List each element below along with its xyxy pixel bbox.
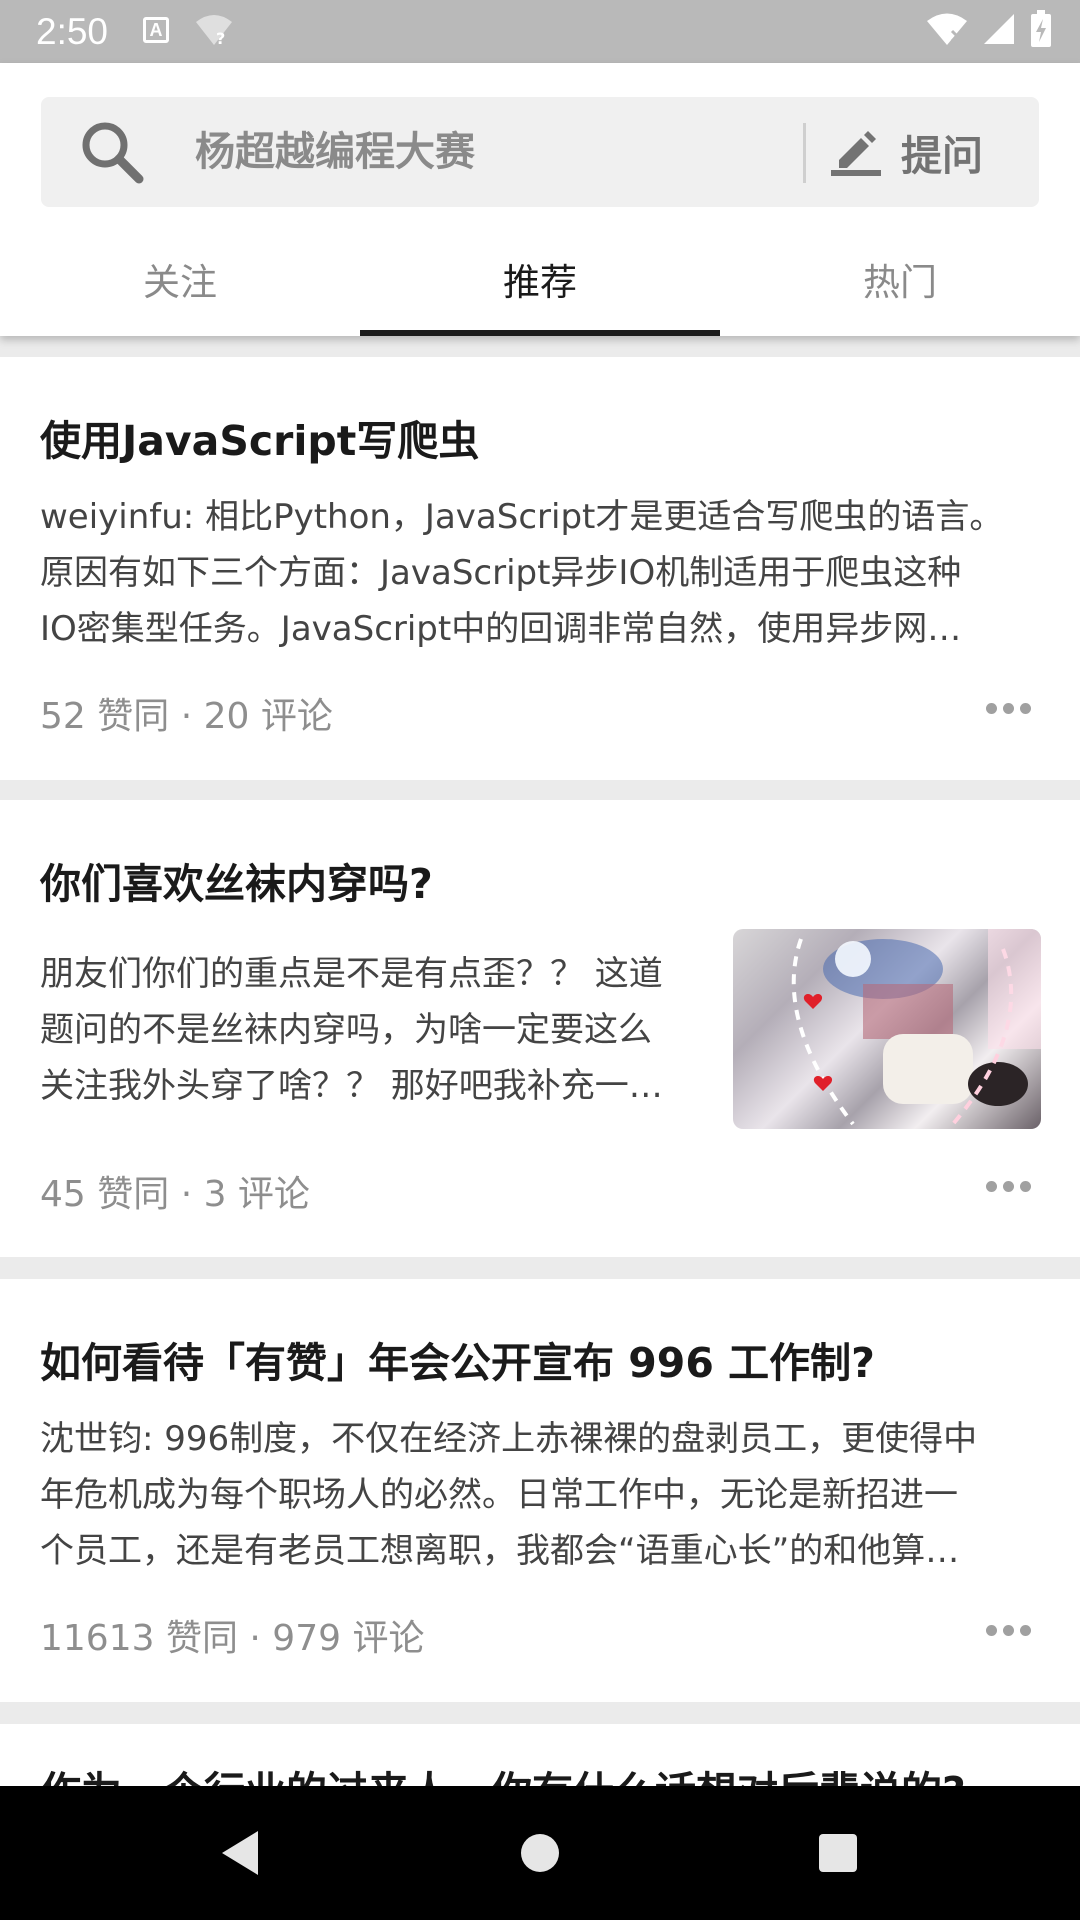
card-thumbnail-image[interactable]	[733, 929, 1041, 1129]
ask-question-label: 提问	[901, 132, 983, 180]
back-triangle-icon	[222, 1831, 258, 1875]
card-excerpt[interactable]: weiyinfu: 相比Python，JavaScript才是更适合写爬虫的语言…	[40, 489, 1050, 657]
feed-tabs: 关注 推荐 热门	[0, 233, 1080, 336]
ask-question-button[interactable]: 提问	[831, 97, 1031, 207]
card-excerpt[interactable]: 沈世钧: 996制度，不仅在经济上赤裸裸的盘剥员工，更使得中 年危机成为每个职场…	[40, 1411, 1050, 1579]
search-input[interactable]: 杨超越编程大赛	[195, 97, 475, 207]
feed-card[interactable]: 作为一个行业的过来人，你有什么话想对后辈说的?	[0, 1724, 1080, 1786]
feed-card[interactable]: 如何看待「有赞」年会公开宣布 996 工作制? 沈世钧: 996制度，不仅在经济…	[0, 1279, 1080, 1702]
search-divider	[803, 123, 806, 183]
tab-recommend[interactable]: 推荐	[360, 233, 720, 336]
card-title[interactable]: 作为一个行业的过来人，你有什么话想对后辈说的?	[40, 1758, 966, 1786]
card-stats: 52 赞同 · 20 评论	[40, 696, 333, 737]
nav-back-button[interactable]	[180, 1786, 300, 1920]
wifi-question-icon: ?	[194, 12, 234, 53]
pencil-icon	[831, 131, 881, 176]
wifi-off-icon	[927, 13, 967, 45]
status-bar: 2:50 A ?	[0, 0, 1080, 63]
home-circle-icon	[521, 1834, 559, 1872]
cell-signal-icon	[984, 14, 1014, 44]
tab-follow[interactable]: 关注	[0, 233, 360, 336]
battery-icon	[1031, 10, 1051, 47]
nav-home-button[interactable]	[480, 1786, 600, 1920]
active-tab-indicator	[360, 330, 720, 336]
tab-hot[interactable]: 热门	[720, 233, 1080, 336]
search-icon	[82, 122, 144, 184]
a-notification-icon: A	[143, 17, 169, 43]
card-title[interactable]: 使用JavaScript写爬虫	[40, 407, 479, 467]
card-stats: 11613 赞同 · 979 评论	[40, 1618, 425, 1659]
nav-recents-button[interactable]	[778, 1786, 898, 1920]
recents-square-icon	[819, 1834, 857, 1872]
svg-text:?: ?	[216, 29, 225, 48]
card-title[interactable]: 你们喜欢丝袜内穿吗?	[40, 850, 433, 910]
card-excerpt[interactable]: 朋友们你们的重点是不是有点歪？？ 这道 题问的不是丝袜内穿吗，为啥一定要这么 关…	[40, 946, 710, 1114]
feed-card[interactable]: 使用JavaScript写爬虫 weiyinfu: 相比Python，JavaS…	[0, 357, 1080, 780]
card-title[interactable]: 如何看待「有赞」年会公开宣布 996 工作制?	[40, 1329, 875, 1389]
top-header: 杨超越编程大赛 提问 关注 推荐 热门	[0, 63, 1080, 336]
status-time: 2:50	[36, 11, 109, 52]
card-stats: 45 赞同 · 3 评论	[40, 1174, 310, 1215]
search-bar[interactable]: 杨超越编程大赛 提问	[41, 97, 1039, 207]
more-options-icon[interactable]	[986, 1181, 1032, 1193]
feed-card[interactable]: 你们喜欢丝袜内穿吗? 朋友们你们的重点是不是有点歪？？ 这道 题问的不是丝袜内穿…	[0, 800, 1080, 1257]
system-nav-bar	[0, 1786, 1080, 1920]
more-options-icon[interactable]	[986, 703, 1032, 715]
more-options-icon[interactable]	[986, 1625, 1032, 1637]
